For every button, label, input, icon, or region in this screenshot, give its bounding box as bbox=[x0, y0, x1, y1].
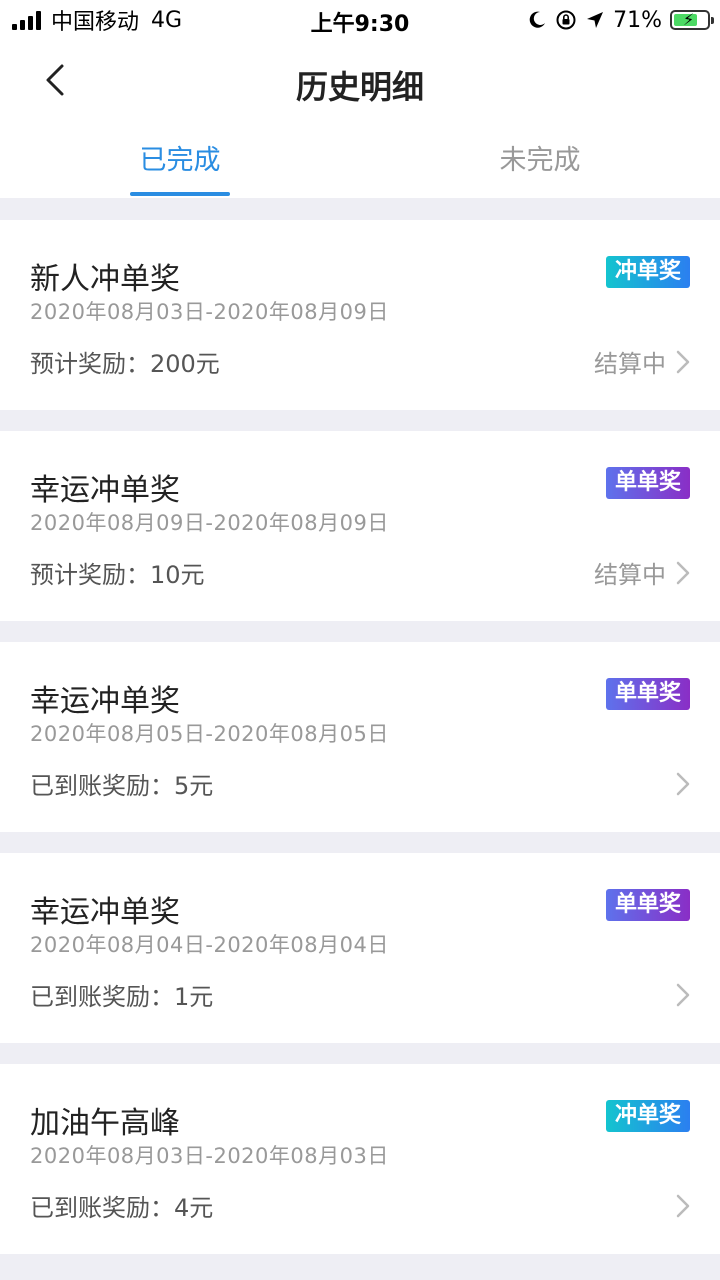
card-reward: 已到账奖励：4元 bbox=[30, 1194, 214, 1222]
chevron-right-icon bbox=[676, 350, 690, 374]
card-date-range: 2020年08月03日-2020年08月03日 bbox=[30, 1144, 389, 1168]
reward-card[interactable]: 幸运冲单奖 单单奖 2020年08月04日-2020年08月04日 已到账奖励：… bbox=[0, 853, 720, 1043]
battery-icon: ⚡ bbox=[670, 10, 714, 30]
moon-icon bbox=[529, 11, 546, 28]
chevron-right-icon bbox=[676, 561, 690, 585]
card-date-range: 2020年08月09日-2020年08月09日 bbox=[30, 511, 389, 535]
page-title: 历史明细 bbox=[295, 68, 424, 106]
tab-completed[interactable]: 已完成 bbox=[0, 124, 360, 198]
card-title: 幸运冲单奖 bbox=[30, 473, 180, 508]
chevron-right-icon bbox=[676, 772, 690, 796]
rotation-lock-icon bbox=[556, 10, 576, 30]
card-status: 结算中 bbox=[594, 561, 666, 589]
status-bar: 中国移动 4G 上午9:30 71% ⚡ bbox=[0, 0, 720, 40]
card-reward: 预计奖励：200元 bbox=[30, 350, 220, 378]
location-arrow-icon bbox=[587, 12, 604, 28]
card-title: 加油午高峰 bbox=[30, 1106, 180, 1141]
charging-bolt-icon: ⚡ bbox=[683, 10, 695, 29]
nav-bar: 历史明细 bbox=[0, 40, 720, 124]
card-title: 新人冲单奖 bbox=[30, 262, 180, 297]
card-date-range: 2020年08月05日-2020年08月05日 bbox=[30, 722, 389, 746]
card-badge: 单单奖 bbox=[605, 678, 690, 710]
card-reward: 预计奖励：10元 bbox=[30, 561, 205, 589]
card-badge: 冲单奖 bbox=[605, 1100, 690, 1132]
chevron-right-icon bbox=[676, 1194, 690, 1218]
card-title: 幸运冲单奖 bbox=[30, 684, 180, 719]
tab-indicator bbox=[130, 192, 230, 196]
status-right: 71% ⚡ bbox=[527, 6, 714, 34]
battery-percent: 71% bbox=[613, 7, 662, 33]
card-reward: 已到账奖励：1元 bbox=[30, 983, 214, 1011]
card-badge: 单单奖 bbox=[605, 467, 690, 499]
reward-card[interactable]: 幸运冲单奖 单单奖 2020年08月05日-2020年08月05日 已到账奖励：… bbox=[0, 642, 720, 832]
tab-uncompleted[interactable]: 未完成 bbox=[360, 124, 720, 198]
card-status: 结算中 bbox=[594, 350, 666, 378]
reward-card[interactable]: 加油午高峰 冲单奖 2020年08月03日-2020年08月03日 已到账奖励：… bbox=[0, 1064, 720, 1254]
reward-card[interactable]: 幸运冲单奖 单单奖 2020年08月09日-2020年08月09日 预计奖励：1… bbox=[0, 431, 720, 621]
card-reward: 已到账奖励：5元 bbox=[30, 772, 214, 800]
card-date-range: 2020年08月04日-2020年08月04日 bbox=[30, 933, 389, 957]
card-badge: 冲单奖 bbox=[605, 256, 690, 288]
chevron-right-icon bbox=[676, 983, 690, 1007]
card-date-range: 2020年08月03日-2020年08月09日 bbox=[30, 300, 389, 324]
card-badge: 单单奖 bbox=[605, 889, 690, 921]
tab-bar: 已完成 未完成 bbox=[0, 124, 720, 198]
card-title: 幸运冲单奖 bbox=[30, 895, 180, 930]
reward-list: 新人冲单奖 冲单奖 2020年08月03日-2020年08月09日 预计奖励：2… bbox=[0, 220, 720, 1275]
reward-card[interactable]: 新人冲单奖 冲单奖 2020年08月03日-2020年08月09日 预计奖励：2… bbox=[0, 220, 720, 410]
